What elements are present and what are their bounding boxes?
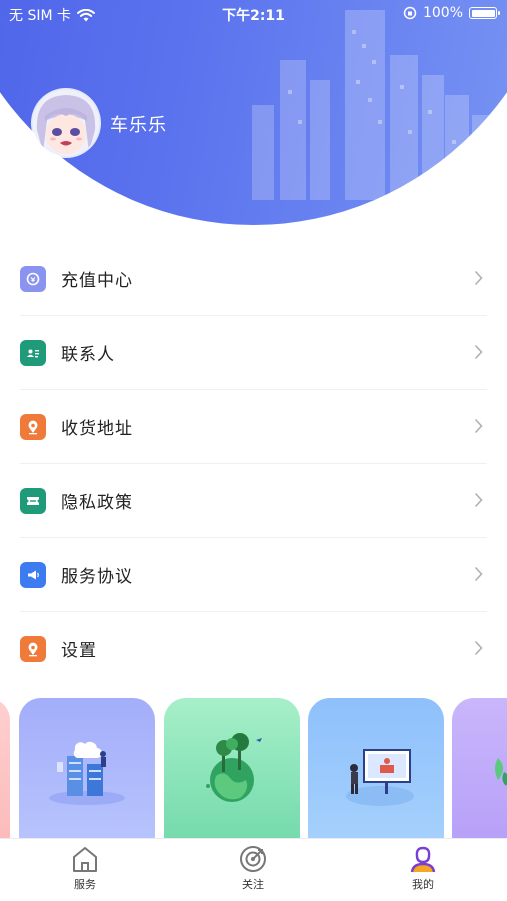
menu-label: 收货地址 (61, 419, 133, 439)
menu-item-recharge[interactable]: 充值中心 (20, 242, 487, 316)
leaf-illustration (495, 758, 507, 786)
chevron-right-icon (474, 492, 483, 508)
chevron-right-icon (474, 418, 483, 434)
presentation-card[interactable] (308, 698, 444, 843)
profile-header: 无 SIM 卡 下午2:11 100% 车乐乐 (0, 0, 507, 230)
menu-label: 服务协议 (61, 567, 133, 587)
cloud-server-card[interactable] (19, 698, 155, 843)
ticket-icon (20, 487, 46, 514)
orientation-lock-icon (403, 6, 417, 20)
chevron-right-icon (474, 566, 483, 582)
cloud-server-illustration (49, 741, 125, 805)
card-partial-right[interactable] (452, 698, 507, 843)
menu-item-privacy-policy[interactable]: 隐私政策 (20, 464, 487, 538)
target-icon (240, 846, 266, 872)
megaphone-icon (20, 561, 46, 588)
home-icon (73, 847, 97, 872)
card-partial-left[interactable] (0, 698, 10, 843)
location-pin-icon (20, 635, 46, 662)
menu-label: 联系人 (61, 345, 115, 365)
chevron-right-icon (474, 640, 483, 656)
presentation-illustration (346, 749, 414, 806)
menu-list: 充值中心 联系人 收货地址 隐私政策 服务协议 设置 (20, 242, 487, 685)
tab-label: 我的 (412, 878, 434, 891)
city-skyline-illustration (252, 10, 494, 200)
avatar[interactable] (33, 90, 99, 156)
tab-label: 服务 (74, 878, 96, 891)
chevron-right-icon (474, 270, 483, 286)
tab-bar: 服务 关注 我的 (0, 838, 507, 901)
battery-icon (469, 7, 500, 19)
anime-avatar-image (33, 90, 99, 156)
user-icon (410, 846, 436, 873)
green-earth-illustration (206, 733, 262, 802)
green-earth-card[interactable] (164, 698, 300, 843)
battery-percent: 100% (422, 5, 463, 21)
tab-mine[interactable]: 我的 (373, 845, 473, 892)
tab-label: 关注 (242, 878, 264, 891)
menu-item-shipping-address[interactable]: 收货地址 (20, 390, 487, 464)
location-pin-icon (20, 413, 46, 440)
status-bar: 无 SIM 卡 下午2:11 100% (0, 0, 507, 28)
username: 车乐乐 (110, 115, 167, 136)
menu-label: 隐私政策 (61, 493, 133, 513)
contact-card-icon (20, 339, 46, 366)
tab-services[interactable]: 服务 (35, 845, 135, 892)
illustration-carousel[interactable] (0, 698, 507, 843)
menu-label: 设置 (61, 641, 97, 661)
tab-follow[interactable]: 关注 (203, 845, 303, 892)
recharge-icon (20, 265, 46, 292)
menu-label: 充值中心 (61, 271, 133, 291)
chevron-right-icon (474, 344, 483, 360)
menu-item-contacts[interactable]: 联系人 (20, 316, 487, 390)
menu-item-service-agreement[interactable]: 服务协议 (20, 538, 487, 612)
menu-item-settings[interactable]: 设置 (20, 612, 487, 685)
